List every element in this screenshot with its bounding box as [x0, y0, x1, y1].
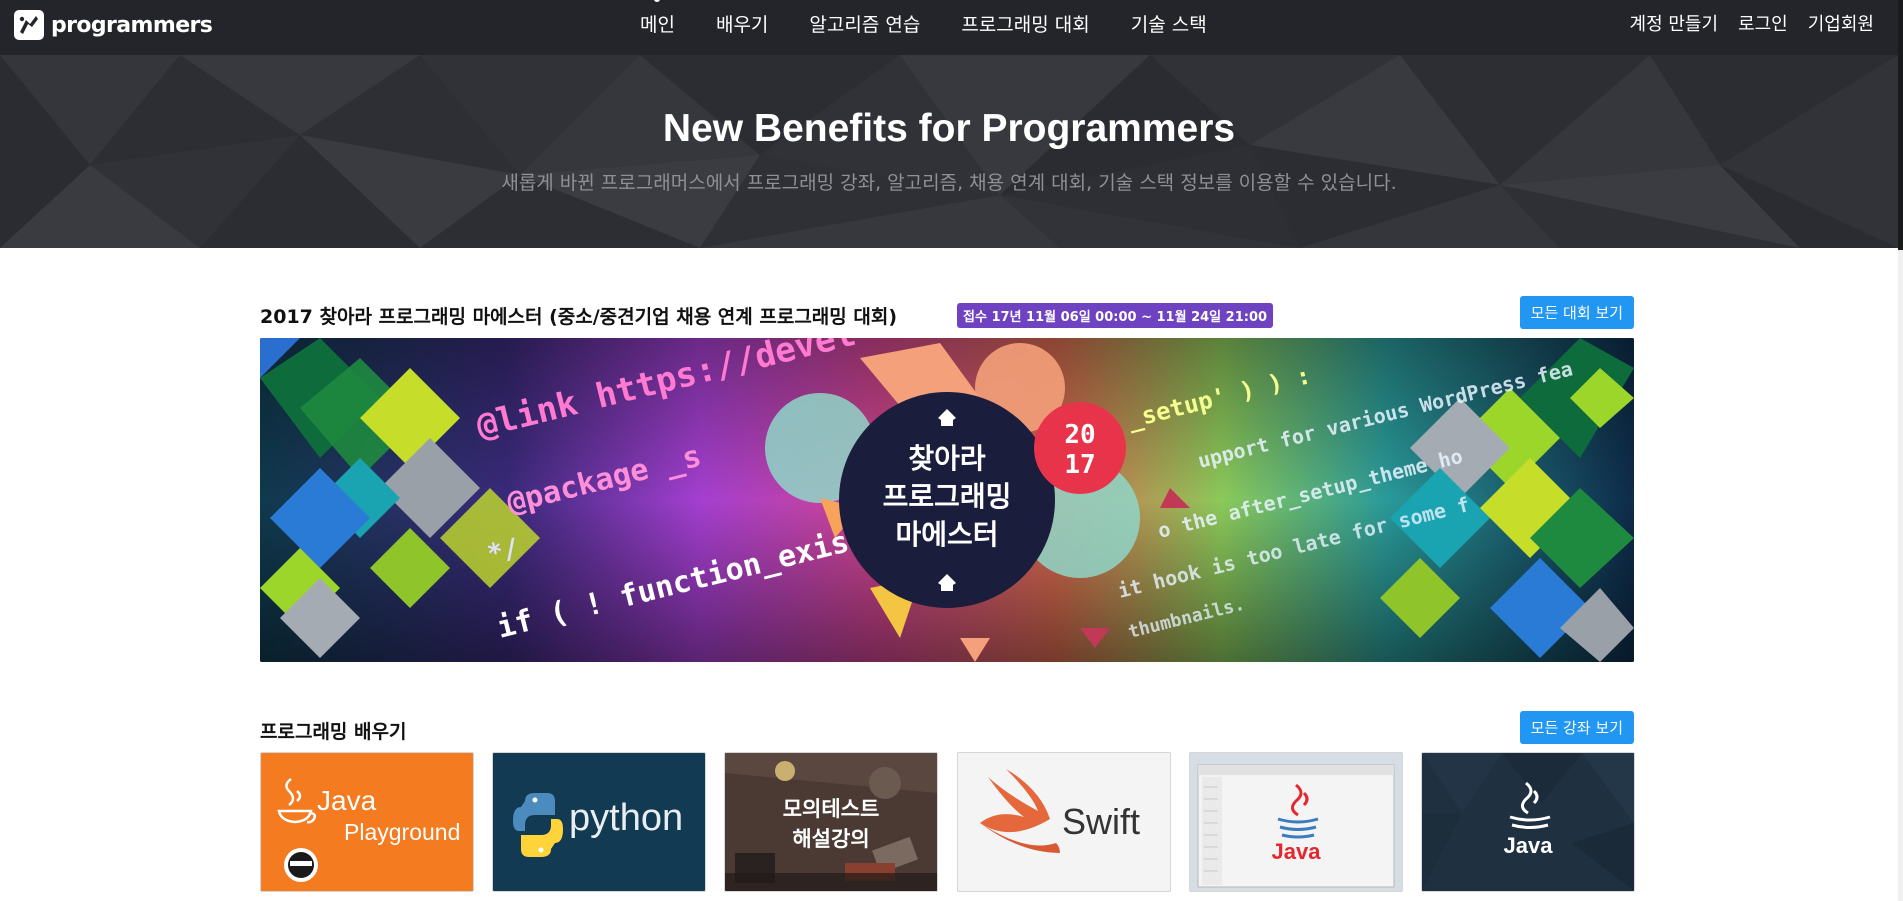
signup-link[interactable]: 계정 만들기 [1630, 10, 1719, 36]
card-label-line1: 모의테스트 [782, 797, 880, 821]
nav-item-contest[interactable]: 프로그래밍 대회 [961, 10, 1089, 37]
contest-section-header: 2017 찾아라 프로그래밍 마에스터 (중소/중견기업 채용 연계 프로그래밍… [260, 296, 1634, 329]
card-label-line2: Playground [344, 819, 461, 845]
year-line2: 17 [1064, 450, 1095, 480]
card-label: Java [1271, 839, 1321, 864]
nav-item-algorithm[interactable]: 알고리즘 연습 [809, 10, 920, 37]
login-link[interactable]: 로그인 [1738, 10, 1788, 36]
hero-subtitle: 새롭게 바뀐 프로그래머스에서 프로그래밍 강좌, 알고리즘, 채용 연계 대회… [501, 172, 1397, 194]
year-line1: 20 [1064, 420, 1095, 450]
business-member-link[interactable]: 기업회원 [1808, 10, 1874, 36]
course-card-java-ide[interactable]: Java [1189, 752, 1403, 892]
course-card-swift[interactable]: Swift [957, 752, 1171, 892]
card-label: Java [1503, 833, 1553, 858]
card-label-line1: Java [317, 785, 377, 816]
hero-title: New Benefits for Programmers [662, 107, 1236, 150]
course-card-mock-test[interactable]: 모의테스트 해설강의 [724, 752, 938, 892]
banner-title-line2: 프로그래밍 [883, 480, 1012, 513]
programmers-logo[interactable]: programmers [14, 7, 213, 43]
account-menu: 계정 만들기 로그인 기업회원 [1630, 0, 1874, 46]
card-label-line2: 해설강의 [792, 827, 870, 851]
logo-text: programmers [51, 12, 213, 38]
scrollbar-thumb[interactable] [1898, 0, 1903, 250]
view-all-courses-button[interactable]: 모든 강좌 보기 [1519, 711, 1634, 744]
banner-title-line3: 마에스터 [895, 518, 998, 551]
contest-banner[interactable]: @link https://devel @package _s */ if ( … [260, 338, 1634, 662]
java-cup-icon [1422, 753, 1634, 891]
page-scrollbar[interactable] [1898, 0, 1903, 901]
nav-item-main[interactable]: 메인 [640, 0, 675, 37]
top-navigation-bar: programmers 메인 배우기 알고리즘 연습 프로그래밍 대회 기술 스… [0, 0, 1898, 55]
course-card-list: Java Playground python 모의테스트 해설강의 Swift … [260, 752, 1635, 892]
course-card-python[interactable]: python [492, 752, 706, 892]
courses-title: 프로그래밍 배우기 [260, 721, 407, 743]
banner-artwork: @link https://devel @package _s */ if ( … [260, 338, 1634, 662]
main-menu: 메인 배우기 알고리즘 연습 프로그래밍 대회 기술 스택 [640, 0, 1248, 46]
nav-item-tech-stack[interactable]: 기술 스택 [1131, 10, 1207, 37]
banner-title-line1: 찾아라 [908, 442, 986, 475]
course-card-java-dark[interactable]: Java [1421, 752, 1635, 892]
nav-item-learn[interactable]: 배우기 [716, 10, 768, 37]
contest-date-badge: 접수 17년 11월 06일 00:00 ~ 11월 24일 21:00 [957, 303, 1274, 328]
course-card-java-playground[interactable]: Java Playground [260, 752, 474, 892]
logo-icon [14, 10, 44, 40]
hero-banner: New Benefits for Programmers 새롭게 바뀐 프로그래… [0, 55, 1898, 248]
card-label: Swift [1062, 801, 1141, 842]
view-all-contests-button[interactable]: 모든 대회 보기 [1519, 296, 1634, 329]
contest-title[interactable]: 2017 찾아라 프로그래밍 마에스터 (중소/중견기업 채용 연계 프로그래밍… [260, 302, 897, 329]
hero-polygon-background [0, 55, 1898, 248]
card-label: python [569, 797, 684, 839]
java-editor-screenshot [1190, 753, 1402, 891]
courses-section-header: 프로그래밍 배우기 모든 강좌 보기 [260, 711, 1634, 744]
